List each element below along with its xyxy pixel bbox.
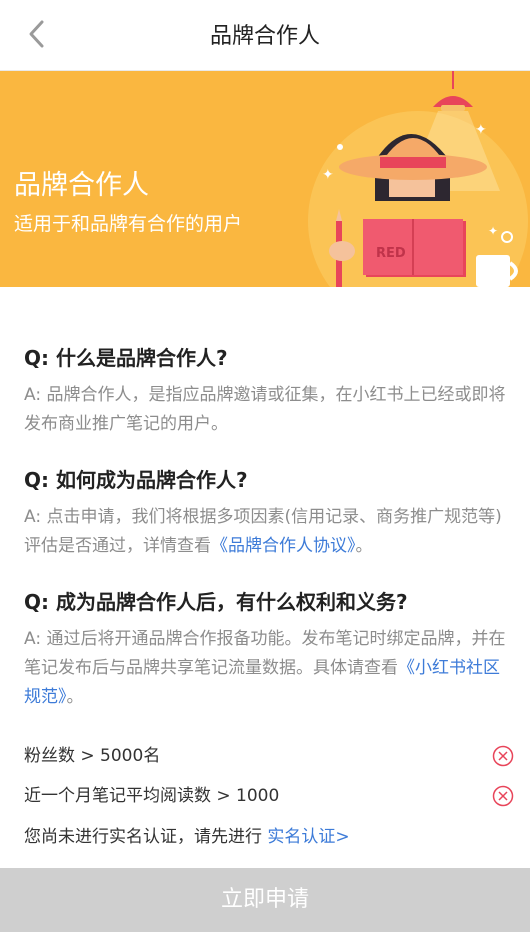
faq-answer-text: A: 品牌合作人，是指应品牌邀请或征集，在小红书上已经或即将发布商业推广笔记的用… [24,385,506,434]
real-name-verification-link[interactable]: 实名认证> [267,827,349,847]
faq-answer: A: 品牌合作人，是指应品牌邀请或征集，在小红书上已经或即将发布商业推广笔记的用… [24,381,506,439]
requirement-reads: 近一个月笔记平均阅读数 > 1000 [24,781,514,811]
requirement-fans: 粉丝数 > 5000名 [24,741,514,771]
verification-notice: 您尚未进行实名认证，请先进行 实名认证> [24,822,350,852]
faq-answer-end: 。 [66,687,84,707]
book-label: RED [376,246,406,261]
faq-question: Q: 成为品牌合作人后，有什么权利和义务? [24,590,408,614]
requirement-label: 粉丝数 > 5000名 [24,746,161,766]
svg-text:✦: ✦ [322,167,334,183]
navigation-bar: 品牌合作人 [0,0,530,71]
notice-text: 您尚未进行实名认证，请先进行 [24,827,268,847]
faq-answer: A: 点击申请，我们将根据多项因素(信用记录、商务推广规范等)评估是否通过，详情… [24,503,506,561]
banner-subtitle: 适用于和品牌有合作的用户 [14,213,243,235]
brand-partner-agreement-link[interactable]: 《品牌合作人协议》 [211,536,356,556]
banner: 品牌合作人 适用于和品牌有合作的用户 ✦ ✦ ✦ RED [0,71,530,287]
x-circle-icon [492,745,514,767]
page-title: 品牌合作人 [209,24,320,49]
faq-question: Q: 什么是品牌合作人? [24,346,228,370]
apply-button[interactable]: 立即申请 [0,868,530,932]
reading-woman-illustration: ✦ ✦ ✦ RED [308,71,528,287]
svg-text:✦: ✦ [488,224,498,238]
svg-text:✦: ✦ [475,122,487,138]
x-circle-icon [492,785,514,807]
faq-answer: A: 通过后将开通品牌合作报备功能。发布笔记时绑定品牌，并在笔记发布后与品牌共享… [24,625,506,712]
faq-item: Q: 什么是品牌合作人? A: 品牌合作人，是指应品牌邀请或征集，在小红书上已经… [24,343,506,439]
faq-answer-end: 。 [355,536,373,556]
banner-title: 品牌合作人 [14,170,149,201]
requirement-label: 近一个月笔记平均阅读数 > 1000 [24,786,280,806]
faq-item: Q: 成为品牌合作人后，有什么权利和义务? A: 通过后将开通品牌合作报备功能。… [24,587,506,712]
faq-item: Q: 如何成为品牌合作人? A: 点击申请，我们将根据多项因素(信用记录、商务推… [24,465,506,561]
faq-question: Q: 如何成为品牌合作人? [24,468,248,492]
